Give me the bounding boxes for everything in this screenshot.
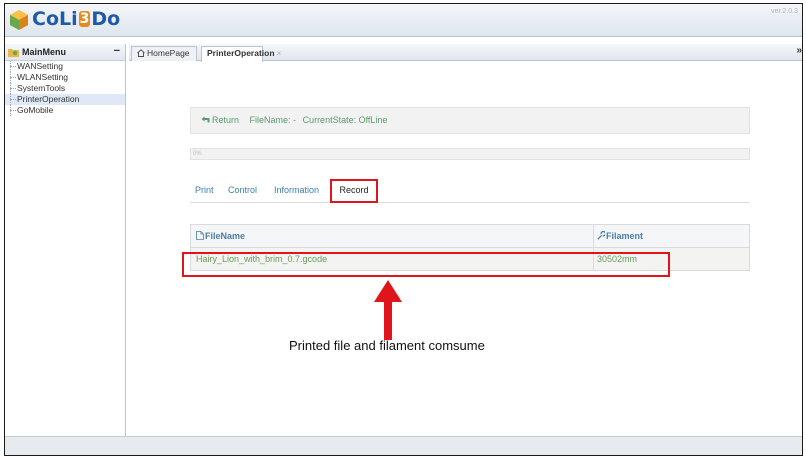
- brand-logo: CoLi 3 Do: [32, 8, 121, 30]
- sidebar-item-gomobile[interactable]: GoMobile: [5, 105, 125, 116]
- version-label: ver.2.0.3: [771, 8, 798, 15]
- row-highlight-box: [182, 252, 670, 277]
- return-button[interactable]: Return: [201, 115, 246, 125]
- tab-printeroperation-label: PrinterOperation: [207, 48, 275, 58]
- tab-printeroperation[interactable]: PrinterOperation ×: [201, 46, 281, 62]
- sidebar-item-printeroperation[interactable]: PrinterOperation: [5, 94, 125, 105]
- sidebar-item-systemtools[interactable]: SystemTools: [5, 83, 125, 94]
- tab-bar: HomePage PrinterOperation × »: [129, 44, 802, 62]
- main-menu-icon: [8, 49, 19, 57]
- tab-homepage[interactable]: HomePage: [131, 46, 197, 61]
- return-label: Return: [212, 115, 240, 125]
- table-header: FileName Filament: [191, 225, 749, 248]
- header-filename-label: FileName: [205, 231, 246, 241]
- print-progress-bar: 0%: [190, 148, 750, 160]
- progress-label: 0%: [193, 151, 202, 157]
- tab-information[interactable]: Information: [274, 183, 319, 197]
- tab-record[interactable]: Record: [330, 179, 378, 203]
- sidebar-title: MainMenu: [22, 47, 66, 57]
- current-state: CurrentState: OffLine: [302, 115, 388, 125]
- collapse-button[interactable]: −: [114, 45, 120, 57]
- printer-subtabs: Print Control Information Record: [190, 179, 750, 203]
- filename-status: FileName: -: [249, 115, 297, 125]
- annotation-arrow-icon: [374, 280, 402, 340]
- sidebar-item-wlansetting[interactable]: WLANSetting: [5, 72, 125, 83]
- tab-homepage-label: HomePage: [147, 48, 190, 58]
- status-footer: [5, 436, 802, 455]
- app-header: CoLi 3 Do ver.2.0.3: [5, 4, 802, 37]
- sidebar-header: MainMenu −: [5, 44, 125, 61]
- header-filename[interactable]: FileName: [196, 225, 245, 247]
- close-tab-icon[interactable]: ×: [277, 49, 282, 58]
- main-content: Return FileName: - CurrentState: OffLine…: [129, 62, 802, 440]
- document-icon: [196, 231, 204, 240]
- main-menu-list: WANSetting WLANSetting SystemTools Print…: [5, 61, 125, 116]
- home-icon: [137, 49, 145, 57]
- status-bar: Return FileName: - CurrentState: OffLine: [190, 107, 750, 134]
- sidebar-item-wansetting[interactable]: WANSetting: [5, 61, 125, 72]
- sidebar: MainMenu − WANSetting WLANSetting System…: [5, 44, 126, 440]
- header-filament-label: Filament: [606, 231, 644, 241]
- app-window: CoLi 3 Do ver.2.0.3 MainMenu − WANSetting …: [4, 3, 803, 456]
- tab-scroll-icon[interactable]: »: [796, 45, 802, 56]
- column-divider: [593, 225, 594, 247]
- annotation-text: Printed file and filament comsume: [289, 338, 485, 353]
- header-filament[interactable]: Filament: [597, 225, 643, 247]
- tab-control[interactable]: Control: [228, 183, 257, 197]
- tab-print[interactable]: Print: [195, 183, 214, 197]
- colido-logo-icon: [10, 10, 28, 30]
- wrench-icon: [597, 231, 605, 240]
- return-arrow-icon: [201, 116, 210, 123]
